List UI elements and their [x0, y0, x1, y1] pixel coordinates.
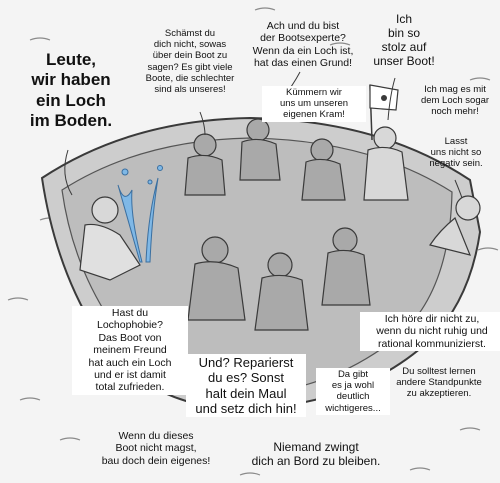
caption-accept: Du solltest lernen andere Standpunkte zu… — [396, 366, 482, 400]
caption-phobia: Hast du Lochophobie? Das Boot von meinem… — [72, 306, 188, 395]
caption-proud: Ich bin so stolz auf unser Boot! — [373, 12, 435, 69]
caption-nobody: Niemand zwingt dich an Bord zu bleiben. — [251, 440, 381, 469]
caption-hole: Leute, wir haben ein Loch im Boden. — [29, 50, 113, 131]
caption-like-hole: Ich mag es mit dem Loch sogar noch mehr! — [420, 84, 490, 118]
caption-expert: Ach und du bist der Bootsexperte? Wenn d… — [252, 20, 354, 70]
caption-own-boat: Wenn du dieses Boot nicht magst, bau doc… — [101, 430, 211, 467]
caption-repair: Und? Reparierst du es? Sonst halt dein M… — [186, 354, 306, 418]
caption-negative: Lasst uns nicht so negativ sein. — [429, 136, 483, 170]
caption-shame: Schämst du dich nicht, sowas über dein B… — [145, 28, 235, 96]
caption-important: Da gibt es ja wohl deutlich wichtigeres.… — [316, 368, 390, 415]
caption-own-stuff: Kümmern wir uns um unseren eigenen Kram! — [262, 86, 366, 122]
caption-rational: Ich höre dir nicht zu, wenn du nicht ruh… — [360, 312, 500, 352]
